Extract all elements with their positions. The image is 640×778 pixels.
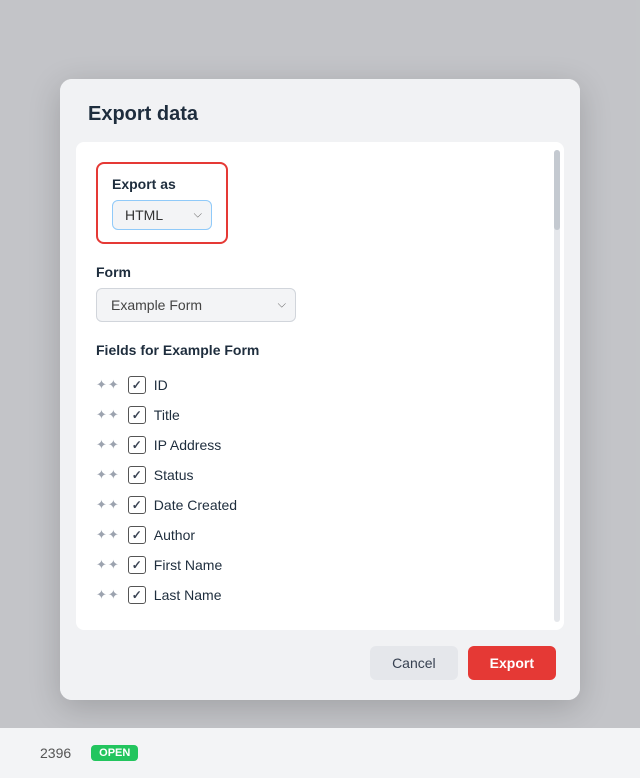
field-checkbox-id[interactable]: ✓ — [128, 376, 146, 394]
checkmark-icon: ✓ — [132, 439, 142, 451]
drag-handle-icon[interactable]: ✦✦ — [96, 437, 120, 453]
drag-handle-icon[interactable]: ✦✦ — [96, 467, 120, 483]
field-checkbox-status[interactable]: ✓ — [128, 466, 146, 484]
format-select-wrapper: HTML CSV JSON ⌵ — [112, 200, 212, 230]
checkmark-icon: ✓ — [132, 559, 142, 571]
form-label: Form — [96, 264, 544, 280]
list-item: ✦✦ ✓ IP Address — [96, 430, 544, 460]
modal-footer: Cancel Export — [60, 630, 580, 700]
field-name-status: Status — [154, 467, 194, 483]
field-checkbox-date-created[interactable]: ✓ — [128, 496, 146, 514]
list-item: ✦✦ ✓ Author — [96, 520, 544, 550]
checkmark-icon: ✓ — [132, 499, 142, 511]
form-section: Form Example Form Form 2 ⌵ — [96, 264, 544, 322]
modal-title: Export data — [88, 103, 552, 126]
checkmark-icon: ✓ — [132, 469, 142, 481]
export-as-section: Export as HTML CSV JSON ⌵ — [96, 162, 228, 244]
background-badge: OPEN — [91, 745, 138, 761]
field-name-id: ID — [154, 377, 168, 393]
export-button[interactable]: Export — [468, 646, 556, 680]
checkmark-icon: ✓ — [132, 529, 142, 541]
field-checkbox-ip[interactable]: ✓ — [128, 436, 146, 454]
drag-handle-icon[interactable]: ✦✦ — [96, 557, 120, 573]
field-name-title: Title — [154, 407, 180, 423]
drag-handle-icon[interactable]: ✦✦ — [96, 527, 120, 543]
field-name-author: Author — [154, 527, 195, 543]
field-name-date-created: Date Created — [154, 497, 237, 513]
drag-handle-icon[interactable]: ✦✦ — [96, 407, 120, 423]
modal-header: Export data — [60, 79, 580, 142]
field-name-last-name: Last Name — [154, 587, 222, 603]
list-item: ✦✦ ✓ Date Created — [96, 490, 544, 520]
checkmark-icon: ✓ — [132, 379, 142, 391]
field-checkbox-last-name[interactable]: ✓ — [128, 586, 146, 604]
list-item: ✦✦ ✓ Last Name — [96, 580, 544, 610]
export-modal: Export data Export as HTML CSV JSON ⌵ Fo… — [60, 79, 580, 700]
field-name-first-name: First Name — [154, 557, 222, 573]
fields-section: Fields for Example Form ✦✦ ✓ ID ✦✦ ✓ — [96, 342, 544, 610]
modal-body: Export as HTML CSV JSON ⌵ Form Example F… — [76, 142, 564, 630]
form-select-wrapper: Example Form Form 2 ⌵ — [96, 288, 296, 322]
drag-handle-icon[interactable]: ✦✦ — [96, 587, 120, 603]
checkmark-icon: ✓ — [132, 409, 142, 421]
fields-label: Fields for Example Form — [96, 342, 544, 358]
field-checkbox-first-name[interactable]: ✓ — [128, 556, 146, 574]
list-item: ✦✦ ✓ Title — [96, 400, 544, 430]
background-number: 2396 — [40, 745, 71, 761]
field-checkbox-author[interactable]: ✓ — [128, 526, 146, 544]
background-hint: 2396 OPEN — [0, 728, 640, 778]
scrollbar-track — [554, 150, 560, 622]
scrollbar-thumb[interactable] — [554, 150, 560, 230]
format-select[interactable]: HTML CSV JSON — [112, 200, 212, 230]
modal-overlay: Export data Export as HTML CSV JSON ⌵ Fo… — [0, 0, 640, 778]
drag-handle-icon[interactable]: ✦✦ — [96, 377, 120, 393]
cancel-button[interactable]: Cancel — [370, 646, 458, 680]
list-item: ✦✦ ✓ Status — [96, 460, 544, 490]
field-list: ✦✦ ✓ ID ✦✦ ✓ Title ✦✦ — [96, 370, 544, 610]
list-item: ✦✦ ✓ ID — [96, 370, 544, 400]
field-name-ip: IP Address — [154, 437, 221, 453]
drag-handle-icon[interactable]: ✦✦ — [96, 497, 120, 513]
form-select[interactable]: Example Form Form 2 — [96, 288, 296, 322]
export-as-label: Export as — [112, 176, 212, 192]
checkmark-icon: ✓ — [132, 589, 142, 601]
field-checkbox-title[interactable]: ✓ — [128, 406, 146, 424]
list-item: ✦✦ ✓ First Name — [96, 550, 544, 580]
